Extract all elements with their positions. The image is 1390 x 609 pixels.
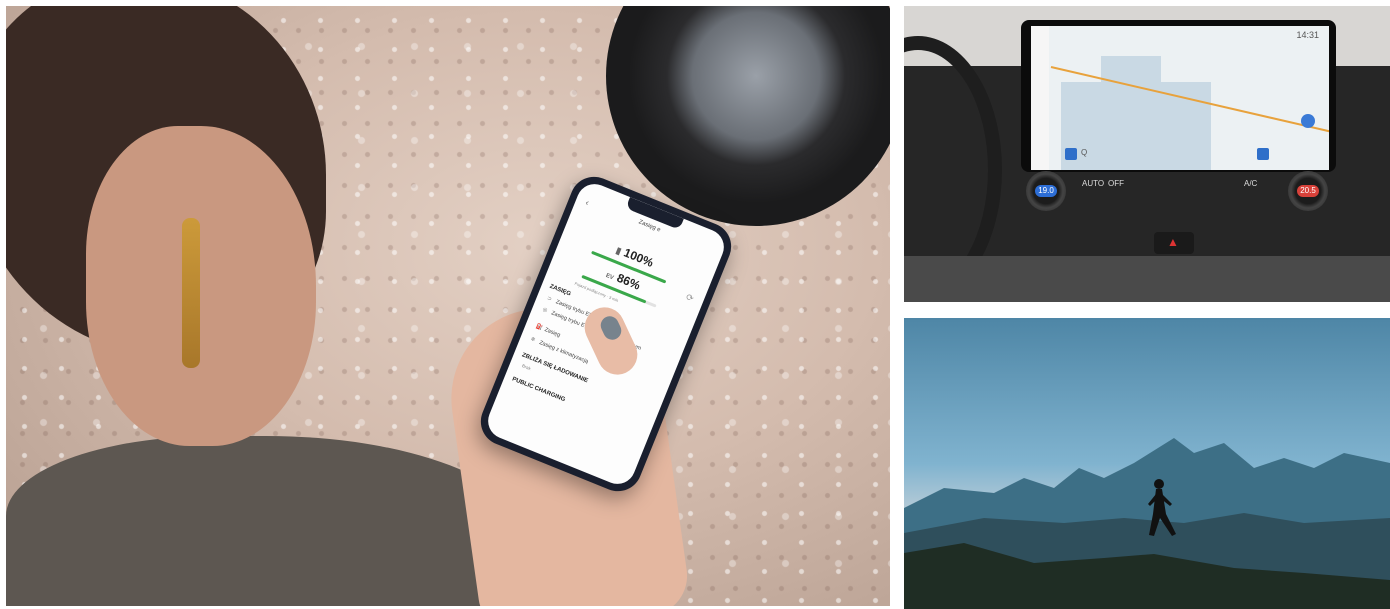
mountain-scene [904, 438, 1390, 609]
auto-label[interactable]: AUTO [1082, 179, 1104, 188]
range-row-label: Zasięg [543, 326, 562, 339]
infotainment-screen: 14:31 Q [1021, 20, 1336, 172]
left-temp: 19.0 [1035, 185, 1057, 197]
hazard-icon[interactable] [1154, 232, 1194, 254]
public-charging-heading[interactable]: PUBLIC CHARGING [511, 376, 566, 403]
right-temp: 20.5 [1297, 185, 1319, 197]
ac-label[interactable]: A/C [1244, 179, 1257, 188]
navigation-map[interactable]: 14:31 Q [1031, 26, 1329, 170]
photo-phone-app: ‹ Zasięg e ⟳ ▮ 100% EV 86% Pojazd podłąc… [6, 6, 890, 606]
battery-icon: ▮ [614, 245, 623, 257]
person-face [86, 126, 316, 446]
charge-sub: Brak [521, 363, 532, 372]
off-label[interactable]: OFF [1108, 179, 1124, 188]
photo-mountain-runner [904, 318, 1390, 609]
dashboard-trim [904, 256, 1390, 302]
sync-icon[interactable]: ⟳ [684, 292, 696, 305]
range-heading: ZASIĘG [548, 283, 572, 298]
map-sidebar [1031, 26, 1049, 170]
current-position-icon [1301, 114, 1315, 128]
clock: 14:31 [1296, 30, 1319, 40]
photo-infotainment: 14:31 Q 19.0 AUTO OFF A/C 20.5 [904, 6, 1390, 302]
search-icon[interactable]: Q [1081, 148, 1087, 157]
mic-icon[interactable] [1065, 148, 1077, 160]
ev-label: EV [604, 272, 615, 282]
map-control[interactable] [1257, 148, 1269, 160]
earring [182, 218, 200, 368]
